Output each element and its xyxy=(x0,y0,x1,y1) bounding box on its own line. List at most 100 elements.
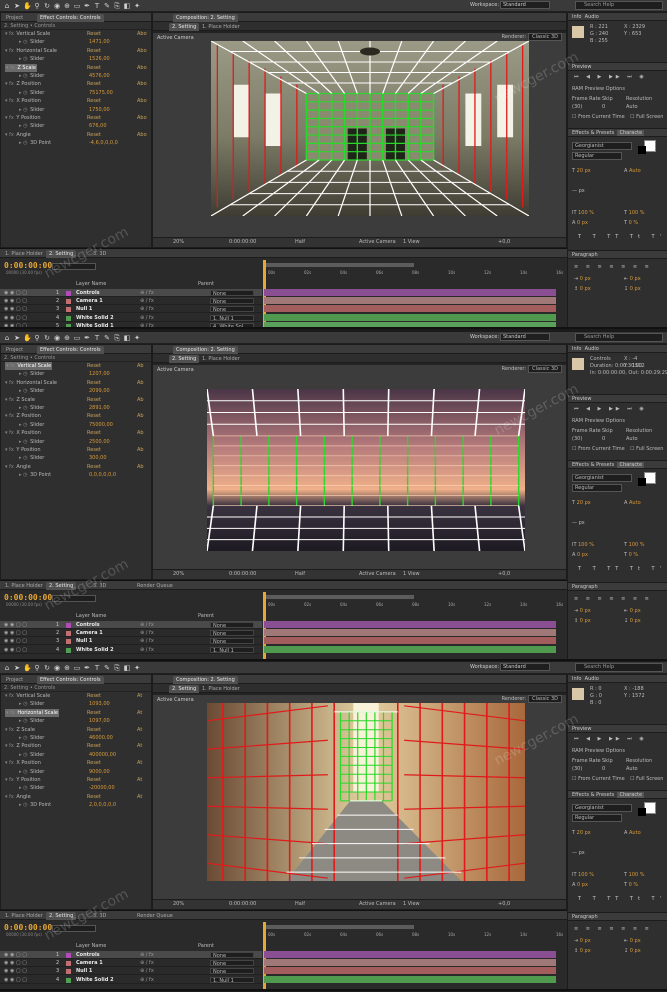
label-color-swatch[interactable] xyxy=(66,639,71,645)
timeline-tab[interactable]: Render Queue xyxy=(134,912,176,920)
selection-tool-icon[interactable]: ➤ xyxy=(13,664,21,672)
effect-row[interactable]: ▾ fx Y Position Reset At xyxy=(1,776,151,784)
effect-row[interactable]: ▾ fx Angle Reset At xyxy=(1,793,151,801)
ram-preview-select[interactable]: RAM Preview Options xyxy=(572,418,625,424)
selection-tool-icon[interactable]: ➤ xyxy=(13,2,21,10)
effect-param-row[interactable]: ▸ ◷ Slider 9000,00 xyxy=(1,768,151,776)
brush-tool-icon[interactable]: ✎ xyxy=(103,334,111,342)
disclosure-triangle-icon[interactable]: ▸ ◷ xyxy=(19,455,29,461)
text-style-buttons[interactable]: T T TT Tt T' T, xyxy=(578,234,667,240)
disclosure-triangle-icon[interactable]: ▸ ◷ xyxy=(19,472,29,478)
text-tool-icon[interactable]: T xyxy=(93,664,101,672)
layer-switches[interactable]: ⊕ / fx xyxy=(140,646,154,654)
about-link[interactable]: Abo xyxy=(137,97,147,105)
indent-right-field[interactable]: ⇤ 0 px xyxy=(624,608,641,614)
rotate-tool-icon[interactable]: ↻ xyxy=(43,664,51,672)
parent-select[interactable]: None xyxy=(210,306,254,313)
disclosure-triangle-icon[interactable]: ▸ ◷ xyxy=(19,701,29,707)
layer-duration-bar[interactable] xyxy=(264,305,556,313)
pan-tool-icon[interactable]: ⊕ xyxy=(63,2,71,10)
layer-name[interactable]: Controls xyxy=(76,289,100,297)
pen-tool-icon[interactable]: ✒ xyxy=(83,334,91,342)
effect-row[interactable]: ▾ fx Z Position Reset Ab xyxy=(1,412,151,420)
from-current-checkbox[interactable]: ☐ From Current Time xyxy=(572,446,625,452)
slider-value[interactable]: 4576,00 xyxy=(89,72,110,80)
reset-link[interactable]: Reset xyxy=(87,726,101,734)
renderer-info[interactable]: Renderer: Classic 3D xyxy=(502,33,562,41)
parent-select[interactable]: 1. Null 1 xyxy=(210,646,254,654)
tracking-unit-field[interactable]: — px xyxy=(572,520,585,526)
layer-switches[interactable]: ⊕ / fx xyxy=(140,289,154,297)
about-link[interactable]: Abo xyxy=(137,114,147,122)
timeline-tab[interactable]: 2. Setting xyxy=(46,582,77,590)
work-area-bar[interactable] xyxy=(264,595,414,599)
disclosure-triangle-icon[interactable]: ▸ ◷ xyxy=(19,718,29,724)
effect-row[interactable]: ▾ fx Angle Reset Ab xyxy=(1,463,151,471)
reset-link[interactable]: Reset xyxy=(87,379,101,387)
timeline-layer-row[interactable]: ◉ ◉ ▢ ▢ 4 White Solid 2 ⊕ / fx 1. Null 1 xyxy=(0,646,262,654)
disclosure-triangle-icon[interactable]: ▾ fx xyxy=(6,710,16,716)
reset-link[interactable]: Reset xyxy=(87,742,101,750)
exposure-value[interactable]: +0,0 xyxy=(498,900,510,909)
hand-tool-icon[interactable]: ✋ xyxy=(23,334,32,342)
reset-link[interactable]: Reset xyxy=(87,114,101,122)
timeline-tab[interactable]: 3. 3D xyxy=(90,912,109,920)
space-before-field[interactable]: ↥ 0 px xyxy=(574,948,591,954)
stroke-color-swatch[interactable] xyxy=(638,478,646,486)
horizontal-scale-field[interactable]: T 100 % xyxy=(624,542,645,548)
effect-param-row[interactable]: ▸ ◷ Slider 1526,00 xyxy=(1,55,151,63)
layer-name[interactable]: Null 1 xyxy=(76,967,92,975)
workspace-select[interactable]: Standard xyxy=(500,1,550,9)
layer-name[interactable]: White Solid 2 xyxy=(76,646,114,654)
effect-param-row[interactable]: ▸ ◷ Slider 1207,00 xyxy=(1,370,151,378)
resolution-select[interactable]: Half xyxy=(295,238,305,247)
about-link[interactable]: Abo xyxy=(137,47,147,55)
horizontal-scale-field[interactable]: T 100 % xyxy=(624,210,645,216)
search-help-input[interactable]: Search Help xyxy=(575,333,663,342)
font-family-select[interactable]: Georgianist xyxy=(572,804,632,812)
effect-row[interactable]: ▾ fx X Position Reset Ab xyxy=(1,429,151,437)
eye-icon[interactable]: ◉ ◉ ▢ ▢ xyxy=(4,967,27,975)
timeline-search-input[interactable] xyxy=(52,925,96,932)
layer-name[interactable]: Controls xyxy=(76,621,100,629)
tsume-field[interactable]: T 0 % xyxy=(624,552,638,558)
about-link[interactable]: Ab xyxy=(137,362,144,370)
disclosure-triangle-icon[interactable]: ▾ fx xyxy=(5,48,15,54)
view-layout-select[interactable]: 1 View xyxy=(403,900,420,909)
layer-duration-bar[interactable] xyxy=(264,629,556,637)
puppet-tool-icon[interactable]: ✦ xyxy=(133,2,141,10)
eye-icon[interactable]: ◉ ◉ ▢ ▢ xyxy=(4,951,27,959)
about-link[interactable]: Ab xyxy=(137,429,144,437)
effect-param-row[interactable]: ▸ ◷ 3D Point -4,6,0,0,0,0 xyxy=(1,139,151,147)
effect-param-row[interactable]: ▸ ◷ Slider 1750,00 xyxy=(1,106,151,114)
effect-param-row[interactable]: ▸ ◷ Slider 676,00 xyxy=(1,122,151,130)
layer-switches[interactable]: ⊕ / fx xyxy=(140,637,154,645)
mask-tool-icon[interactable]: ▭ xyxy=(73,664,81,672)
ram-preview-select[interactable]: RAM Preview Options xyxy=(572,86,625,92)
layer-name[interactable]: Null 1 xyxy=(76,637,92,645)
effect-row[interactable]: ▾ fx Vertical Scale Reset Ab xyxy=(1,362,151,370)
slider-value[interactable]: 1207,00 xyxy=(89,370,110,378)
effect-param-row[interactable]: ▸ ◷ Slider 75175,00 xyxy=(1,89,151,97)
about-link[interactable]: At xyxy=(137,692,142,700)
playback-controls[interactable]: ⏮ ◀ ▶ ▶▶ ⏭ ◉ xyxy=(574,406,647,412)
reset-link[interactable]: Reset xyxy=(87,759,101,767)
effect-param-row[interactable]: ▸ ◷ Slider 1093,00 xyxy=(1,700,151,708)
indent-right-field[interactable]: ⇤ 0 px xyxy=(624,938,641,944)
about-link[interactable]: Ab xyxy=(137,412,144,420)
layer-duration-bar[interactable] xyxy=(264,975,556,983)
space-after-field[interactable]: ↧ 0 px xyxy=(624,948,641,954)
layer-name[interactable]: Camera 1 xyxy=(76,959,103,967)
effect-row[interactable]: ▾ fx Y Position Reset Ab xyxy=(1,446,151,454)
effect-row[interactable]: ▾ fx Z Scale Reset Ab xyxy=(1,396,151,404)
frame-rate-value[interactable]: (30) xyxy=(572,104,582,110)
label-color-swatch[interactable] xyxy=(66,977,71,983)
home-icon[interactable]: ⌂ xyxy=(3,334,11,342)
disclosure-triangle-icon[interactable]: ▾ fx xyxy=(5,81,15,87)
from-current-checkbox[interactable]: ☐ From Current Time xyxy=(572,776,625,782)
parent-select[interactable]: None xyxy=(210,622,254,629)
reset-link[interactable]: Reset xyxy=(87,793,101,801)
stamp-tool-icon[interactable]: ⎘ xyxy=(113,664,121,672)
timeline-tab[interactable]: 1. Place Holder xyxy=(2,912,46,920)
indent-left-field[interactable]: ⇥ 0 px xyxy=(574,276,591,282)
